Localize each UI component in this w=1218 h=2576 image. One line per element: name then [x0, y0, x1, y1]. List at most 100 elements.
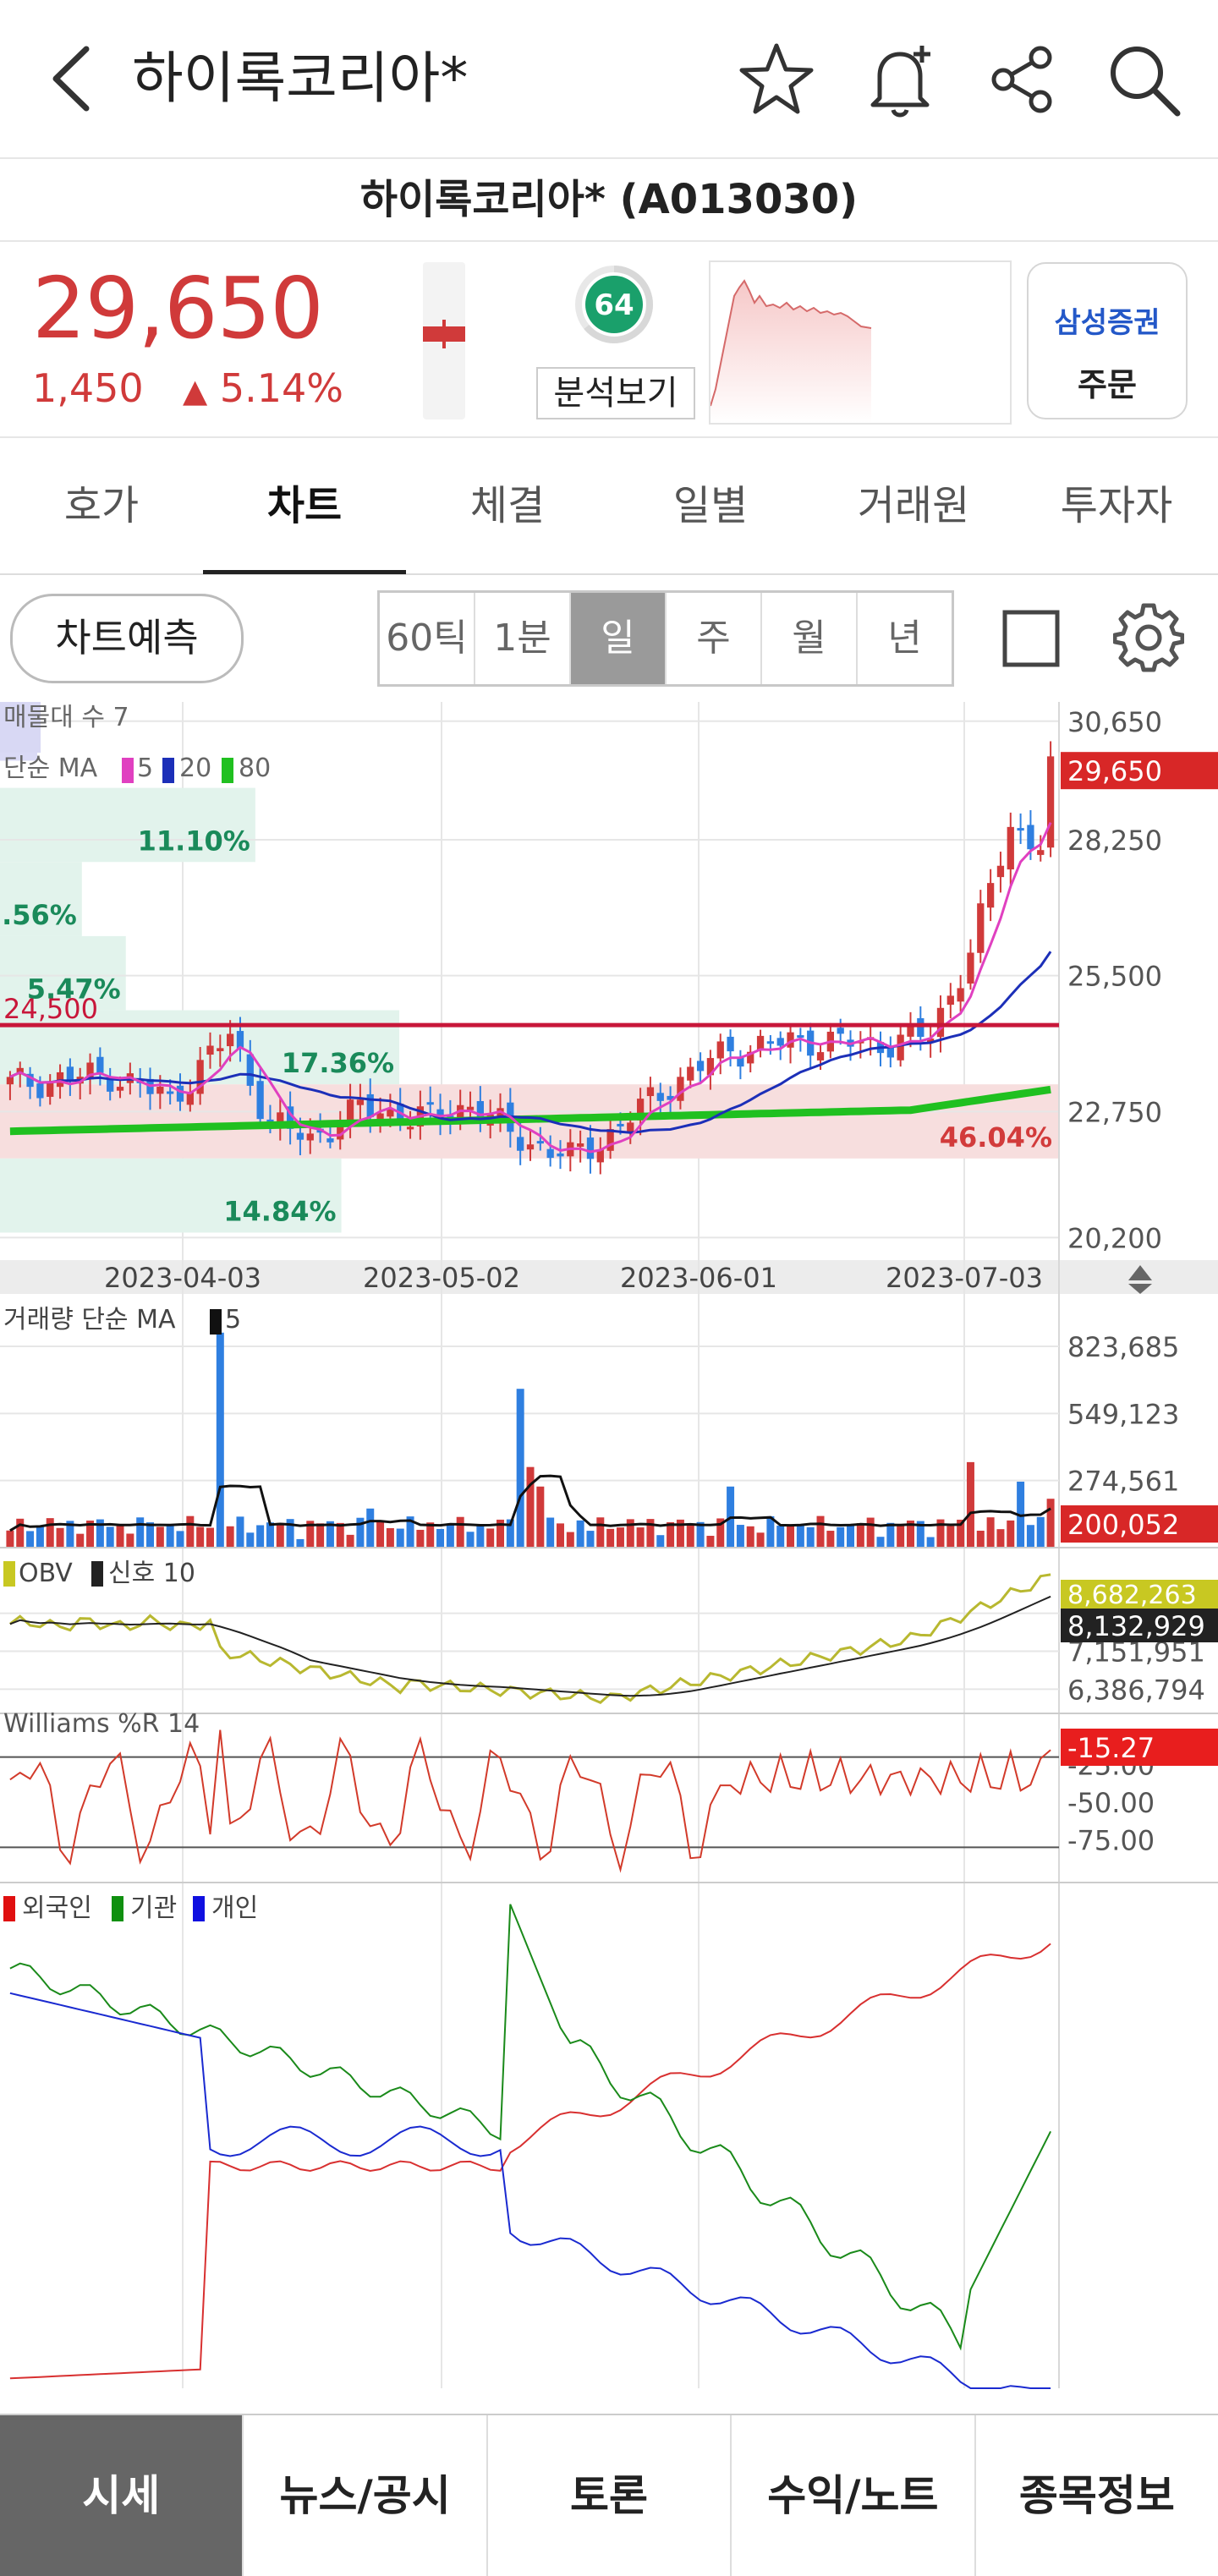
- tab-chart[interactable]: 차트: [203, 440, 406, 573]
- obv-line: [8, 1573, 1051, 1705]
- gear-icon[interactable]: [1113, 602, 1184, 673]
- candle-body: [387, 1110, 394, 1117]
- share-icon[interactable]: [981, 39, 1062, 120]
- williams-r-line: [9, 1729, 1051, 1873]
- broker-order-button[interactable]: 삼성증권 주문: [1027, 262, 1188, 419]
- price-change: 1,450: [32, 365, 144, 411]
- bottom-tab-notes[interactable]: 수익/노트: [732, 2415, 976, 2576]
- candle-body: [116, 1087, 124, 1091]
- period-day[interactable]: 일: [571, 593, 667, 684]
- candle-body: [376, 1113, 384, 1119]
- candle-body: [366, 1093, 374, 1118]
- ma5-swatch: [122, 758, 134, 783]
- fullscreen-icon[interactable]: [1001, 609, 1061, 668]
- candle-body: [957, 988, 964, 1002]
- candle-body: [47, 1082, 54, 1097]
- tab-trades[interactable]: 체결: [406, 440, 609, 573]
- price-tick-label: 25,500: [1067, 961, 1162, 993]
- volume-bar: [276, 1522, 284, 1548]
- obv-last-label: 8,682,263: [1067, 1581, 1197, 1610]
- volume-bar: [736, 1525, 744, 1548]
- bell-plus-icon[interactable]: [859, 39, 941, 120]
- ma5-legend: 5: [137, 754, 153, 783]
- volume-tick-label: 823,685: [1067, 1331, 1179, 1363]
- bottom-tab-discussion[interactable]: 토론: [488, 2415, 732, 2576]
- volume-bar: [926, 1537, 935, 1548]
- individual-legend: 개인: [211, 1894, 258, 1923]
- volume-bar: [966, 1461, 974, 1548]
- volume-tick-label: 549,123: [1067, 1398, 1179, 1430]
- price-tick-label: 22,750: [1067, 1096, 1162, 1128]
- candle-body: [897, 1034, 904, 1061]
- candle-body: [326, 1138, 334, 1143]
- ma-legend-prefix: 단순 MA: [3, 754, 98, 783]
- date-tick-label: 2023-05-02: [363, 1262, 520, 1294]
- volume-bars: [6, 1332, 1055, 1548]
- broker-order-label: 주문: [1078, 366, 1137, 403]
- volume-bar: [16, 1518, 25, 1548]
- candle-body: [716, 1041, 724, 1059]
- volume-bar: [536, 1486, 545, 1548]
- active-tab-indicator: [203, 570, 406, 574]
- date-tick-label: 2023-07-03: [886, 1262, 1043, 1294]
- candle-body: [156, 1087, 164, 1094]
- tab-orderbook[interactable]: 호가: [0, 440, 203, 573]
- tab-investors[interactable]: 투자자: [1015, 440, 1218, 573]
- bottom-tab-news[interactable]: 뉴스/공시: [244, 2415, 488, 2576]
- volume-bar: [166, 1524, 174, 1548]
- volume-bar: [386, 1527, 394, 1548]
- star-icon[interactable]: [736, 39, 817, 120]
- bottom-tab-info[interactable]: 종목정보: [976, 2415, 1218, 2576]
- candle-body: [727, 1036, 734, 1052]
- obv-legend-label: OBV: [19, 1559, 73, 1588]
- analysis-button[interactable]: 분석보기: [536, 367, 695, 419]
- volume-profile-label: 17.36%: [282, 1047, 394, 1079]
- date-tick-label: 2023-06-01: [620, 1262, 777, 1294]
- candle-body: [756, 1035, 765, 1050]
- volume-bar: [56, 1527, 64, 1548]
- candle-body: [1017, 828, 1024, 831]
- search-icon[interactable]: [1103, 39, 1184, 120]
- volume-bar: [1007, 1520, 1015, 1548]
- candle-body: [536, 1141, 544, 1144]
- volume-bar: [296, 1538, 304, 1548]
- tab-brokers[interactable]: 거래원: [812, 440, 1015, 573]
- candle-body: [426, 1102, 434, 1105]
- volume-bar: [886, 1522, 895, 1548]
- volume-bar: [176, 1531, 184, 1548]
- back-arrow-icon[interactable]: [46, 41, 96, 117]
- volume-bar: [776, 1525, 785, 1548]
- candle-body: [886, 1047, 894, 1058]
- period-month[interactable]: 월: [762, 593, 858, 684]
- candle-body: [586, 1137, 595, 1159]
- price-tick-label: 20,200: [1067, 1222, 1162, 1254]
- candle-body: [687, 1066, 694, 1081]
- candle-body: [217, 1048, 224, 1051]
- score-ring[interactable]: 64: [573, 264, 655, 345]
- period-week[interactable]: 주: [667, 593, 762, 684]
- volume-bar: [436, 1528, 445, 1548]
- candle-body: [577, 1143, 584, 1147]
- candle-body: [696, 1061, 705, 1072]
- bottom-tab-quote[interactable]: 시세: [0, 2415, 244, 2576]
- volume-bar: [876, 1537, 885, 1548]
- period-60tick[interactable]: 60틱: [380, 593, 475, 684]
- obv-signal-swatch: [91, 1561, 103, 1587]
- volume-bar: [216, 1332, 224, 1548]
- period-year[interactable]: 년: [858, 593, 952, 684]
- volume-bar: [256, 1525, 265, 1548]
- volume-bar: [706, 1536, 715, 1548]
- candle-body: [917, 1017, 924, 1038]
- volume-bar: [847, 1524, 855, 1548]
- chart-predict-button[interactable]: 차트예측: [10, 594, 244, 683]
- volume-bar: [466, 1532, 475, 1548]
- obv-signal-last-label: 8,132,929: [1067, 1610, 1205, 1642]
- stock-chart[interactable]: 24,500 1.62%11.10%3.56%5.47%17.36%46.04%…: [0, 702, 1218, 2414]
- volume-bar: [346, 1534, 354, 1548]
- period-1min[interactable]: 1분: [475, 593, 571, 684]
- tab-daily[interactable]: 일별: [609, 440, 812, 573]
- volume-bar: [897, 1524, 905, 1548]
- candle-body: [176, 1085, 184, 1102]
- volume-bar: [76, 1533, 85, 1548]
- candle-body: [1027, 825, 1034, 850]
